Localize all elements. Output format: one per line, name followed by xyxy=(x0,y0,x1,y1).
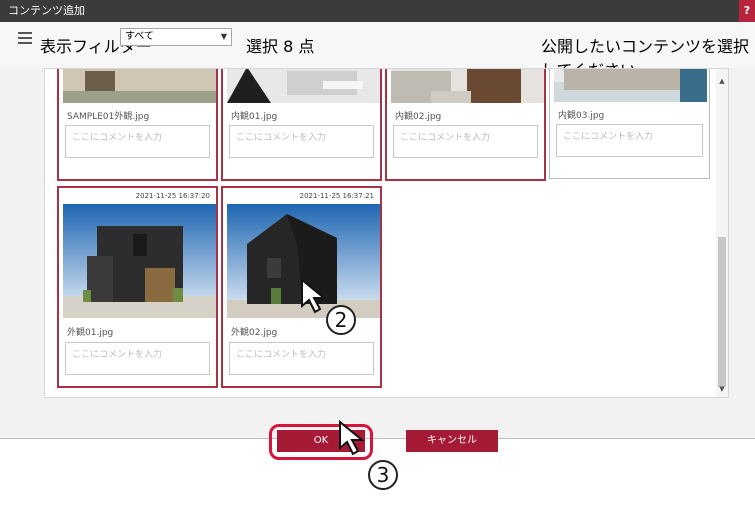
content-card[interactable]: 内観01.jpg ここにコメントを入力 xyxy=(221,69,382,181)
file-name: 内観01.jpg xyxy=(231,112,278,122)
file-name: 外観02.jpg xyxy=(231,328,278,338)
content-card[interactable]: 内観03.jpg ここにコメントを入力 xyxy=(549,69,710,179)
timestamp: 2021-11-25 16:37:20 xyxy=(135,192,210,200)
thumbnail-image xyxy=(63,204,216,318)
thumbnail-image xyxy=(391,69,544,103)
help-button[interactable]: ? xyxy=(739,0,755,22)
cancel-button[interactable]: キャンセル xyxy=(406,430,498,452)
scroll-up-icon[interactable]: ▲ xyxy=(718,77,726,85)
pointer-cursor-icon xyxy=(339,419,365,456)
vertical-scrollbar[interactable]: ▲ ▼ xyxy=(716,69,728,397)
pointer-cursor-icon xyxy=(301,277,327,314)
content-add-dialog: コンテンツ追加 ? 表示フィルター すべて ▼ 選択 8 点 公開したいコンテン… xyxy=(0,0,755,439)
comment-input[interactable]: ここにコメントを入力 xyxy=(65,125,210,158)
step-badge-3: 3 xyxy=(368,460,398,490)
content-card[interactable]: SAMPLE01外観.jpg ここにコメントを入力 xyxy=(57,69,218,181)
file-name: SAMPLE01外観.jpg xyxy=(67,112,150,122)
timestamp: 2021-11-25 16:37:21 xyxy=(299,192,374,200)
filter-value: すべて xyxy=(125,31,154,42)
dialog-title: コンテンツ追加 xyxy=(8,4,85,17)
chevron-down-icon: ▼ xyxy=(220,32,227,41)
content-grid[interactable]: SAMPLE01外観.jpg ここにコメントを入力 内観01.jpg ここにコメ… xyxy=(44,68,729,398)
comment-input[interactable]: ここにコメントを入力 xyxy=(65,342,210,375)
scroll-down-icon[interactable]: ▼ xyxy=(718,385,726,393)
comment-input[interactable]: ここにコメントを入力 xyxy=(229,342,374,375)
content-card[interactable]: 2021-11-25 16:37:20 外観01.jpg ここにコメントを入力 xyxy=(57,186,218,388)
comment-input[interactable]: ここにコメントを入力 xyxy=(393,125,538,158)
filter-select[interactable]: すべて ▼ xyxy=(120,28,232,46)
title-bar: コンテンツ追加 ? xyxy=(0,0,755,22)
file-name: 外観01.jpg xyxy=(67,328,114,338)
selected-count: 選択 8 点 xyxy=(246,37,315,56)
comment-input[interactable]: ここにコメントを入力 xyxy=(556,124,703,157)
file-name: 内観03.jpg xyxy=(558,111,605,121)
content-card[interactable]: 内観02.jpg ここにコメントを入力 xyxy=(385,69,546,181)
thumbnail-image xyxy=(227,69,380,103)
thumbnail-image xyxy=(63,69,216,103)
menu-icon[interactable] xyxy=(18,32,32,44)
comment-input[interactable]: ここにコメントを入力 xyxy=(229,125,374,158)
scroll-thumb[interactable] xyxy=(718,237,726,387)
file-name: 内観02.jpg xyxy=(395,112,442,122)
thumbnail-image xyxy=(554,69,707,102)
